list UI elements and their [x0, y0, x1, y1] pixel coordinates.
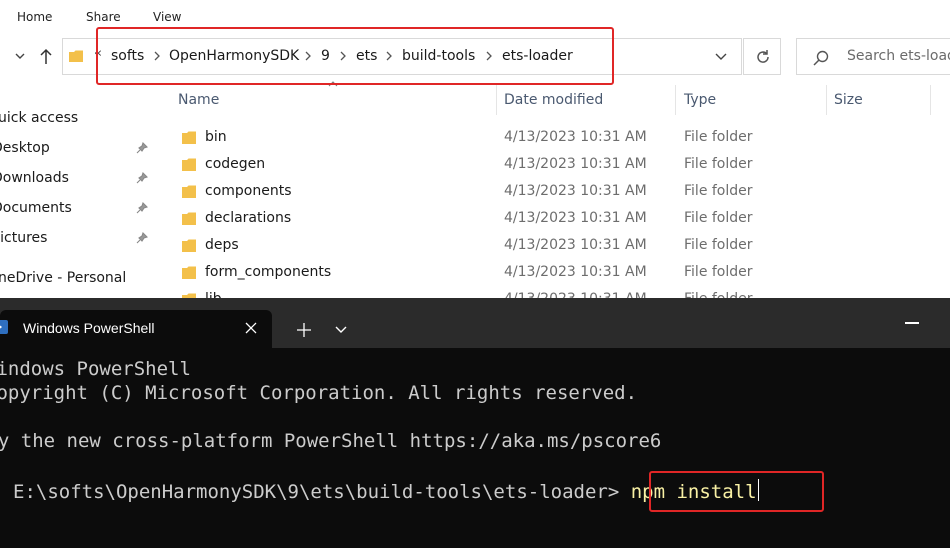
sidebar-item-onedrive[interactable]: neDrive - Personal: [0, 270, 126, 286]
file-row[interactable]: components 4/13/2023 10:31 AM File folde…: [160, 178, 950, 205]
breadcrumb-overflow[interactable]: «: [94, 46, 102, 61]
file-date: 4/13/2023 10:31 AM: [504, 264, 647, 280]
breadcrumb-ets-loader[interactable]: ets-loader: [502, 48, 573, 64]
file-name: declarations: [205, 210, 292, 226]
refresh-button[interactable]: [743, 38, 781, 75]
column-divider[interactable]: [930, 85, 931, 115]
column-divider[interactable]: [826, 85, 827, 115]
terminal-tab[interactable]: Windows PowerShell: [0, 310, 272, 348]
close-tab-icon[interactable]: [245, 322, 257, 334]
terminal-tab-title: Windows PowerShell: [23, 320, 155, 336]
prompt-line: E:\softs\OpenHarmonySDK\9\ets\build-tool…: [13, 479, 759, 503]
file-date: 4/13/2023 10:31 AM: [504, 237, 647, 253]
terminal-output[interactable]: Windows PowerShell Copyright (C) Microso…: [0, 348, 950, 548]
up-arrow-icon[interactable]: [38, 47, 54, 65]
file-type: File folder: [684, 183, 753, 199]
file-name: bin: [205, 129, 227, 145]
folder-icon: [182, 131, 196, 144]
file-type: File folder: [684, 264, 753, 280]
file-row[interactable]: form_components 4/13/2023 10:31 AM File …: [160, 259, 950, 286]
terminal-line: Windows PowerShell: [0, 358, 191, 380]
recent-locations-chevron-icon[interactable]: [14, 50, 26, 62]
breadcrumb-build-tools[interactable]: build-tools: [402, 48, 475, 64]
sort-arrow-icon: [328, 81, 338, 87]
file-date: 4/13/2023 10:31 AM: [504, 129, 647, 145]
column-headers: Name Date modified Type Size: [160, 81, 950, 115]
sidebar-item-desktop[interactable]: Desktop: [0, 140, 50, 156]
file-date: 4/13/2023 10:31 AM: [504, 183, 647, 199]
terminal-line: Try the new cross-platform PowerShell ht…: [0, 430, 662, 452]
sidebar-item-downloads[interactable]: Downloads: [0, 170, 69, 186]
file-date: 4/13/2023 10:31 AM: [504, 156, 647, 172]
pin-icon: [136, 202, 148, 214]
column-header-size[interactable]: Size: [834, 92, 863, 108]
file-list: Name Date modified Type Size bin 4/13/20…: [160, 81, 950, 300]
text-cursor: [757, 479, 759, 501]
file-row[interactable]: deps 4/13/2023 10:31 AM File folder: [160, 232, 950, 259]
command-input[interactable]: npm install: [631, 481, 757, 503]
file-date: 4/13/2023 10:31 AM: [504, 210, 647, 226]
breadcrumb-9[interactable]: 9: [321, 48, 330, 64]
folder-icon: [182, 266, 196, 279]
ribbon-tab-home[interactable]: Home: [17, 10, 52, 24]
powershell-terminal-window: Windows PowerShell Windows PowerShell Co…: [0, 298, 950, 548]
file-name: codegen: [205, 156, 266, 172]
pin-icon: [136, 232, 148, 244]
search-input[interactable]: [847, 48, 950, 64]
breadcrumb-separator-icon[interactable]: [304, 50, 312, 62]
sidebar-item-quick-access[interactable]: uick access: [0, 110, 78, 126]
search-box[interactable]: [796, 38, 950, 75]
breadcrumb-openharmonysdk[interactable]: OpenHarmonySDK: [169, 48, 299, 64]
pin-icon: [136, 142, 148, 154]
new-tab-plus-icon[interactable]: [296, 322, 312, 338]
address-dropdown-icon[interactable]: [715, 53, 727, 61]
breadcrumb-separator-icon[interactable]: [385, 50, 393, 62]
tab-dropdown-chevron-icon[interactable]: [335, 326, 347, 334]
folder-icon: [69, 50, 83, 62]
file-type: File folder: [684, 156, 753, 172]
ribbon-tab-view[interactable]: View: [153, 10, 181, 24]
ribbon-tab-share[interactable]: Share: [86, 10, 121, 24]
file-row[interactable]: codegen 4/13/2023 10:31 AM File folder: [160, 151, 950, 178]
sidebar-item-pictures[interactable]: Pictures: [0, 230, 47, 246]
file-name: form_components: [205, 264, 332, 280]
breadcrumb-softs[interactable]: softs: [111, 48, 144, 64]
breadcrumb-separator-icon[interactable]: [485, 50, 493, 62]
file-explorer-window: Home Share View « softs OpenHarmonySDK 9…: [0, 0, 950, 300]
pin-icon: [136, 172, 148, 184]
powershell-icon: [0, 320, 8, 334]
column-header-type[interactable]: Type: [684, 92, 716, 108]
breadcrumb-ets[interactable]: ets: [356, 48, 377, 64]
breadcrumb-separator-icon[interactable]: [339, 50, 347, 62]
terminal-title-bar: Windows PowerShell: [0, 298, 950, 348]
search-icon: [813, 50, 829, 66]
folder-icon: [182, 158, 196, 171]
navigation-pane: uick access Desktop Downloads Documents …: [0, 100, 155, 300]
file-name: components: [205, 183, 292, 199]
file-type: File folder: [684, 237, 753, 253]
folder-icon: [182, 212, 196, 225]
minimize-icon[interactable]: [905, 322, 919, 324]
file-type: File folder: [684, 210, 753, 226]
ribbon-tabs: Home Share View: [0, 0, 950, 34]
folder-icon: [182, 185, 196, 198]
column-divider[interactable]: [675, 85, 676, 115]
column-divider[interactable]: [496, 85, 497, 115]
column-header-date-modified[interactable]: Date modified: [504, 92, 603, 108]
file-type: File folder: [684, 129, 753, 145]
file-row[interactable]: bin 4/13/2023 10:31 AM File folder: [160, 124, 950, 151]
refresh-icon: [757, 50, 769, 63]
sidebar-item-documents[interactable]: Documents: [0, 200, 72, 216]
file-name: deps: [205, 237, 239, 253]
prompt-path: E:\softs\OpenHarmonySDK\9\ets\build-tool…: [13, 481, 620, 503]
breadcrumb-separator-icon[interactable]: [153, 50, 161, 62]
file-row[interactable]: declarations 4/13/2023 10:31 AM File fol…: [160, 205, 950, 232]
column-header-name[interactable]: Name: [178, 92, 219, 108]
terminal-line: Copyright (C) Microsoft Corporation. All…: [0, 382, 638, 404]
address-bar[interactable]: « softs OpenHarmonySDK 9 ets build-tools…: [62, 38, 742, 75]
folder-icon: [182, 239, 196, 252]
